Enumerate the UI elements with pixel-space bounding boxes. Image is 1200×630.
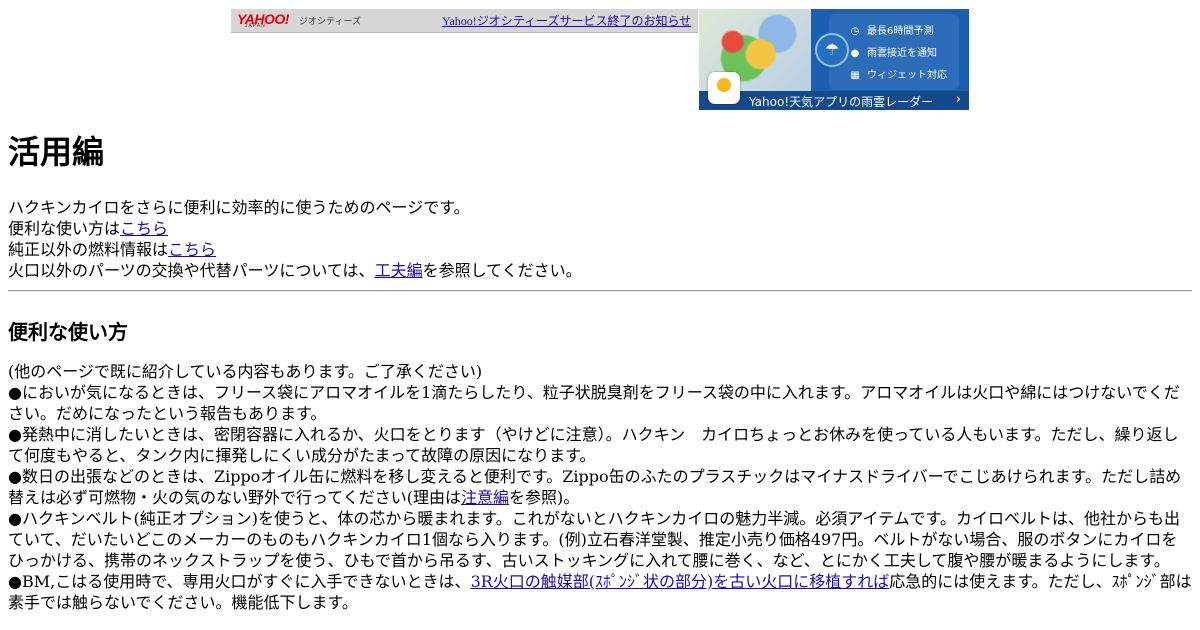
tip-item: ●発熱中に消したいときは、密閉容器に入れるか、火口をとります（やけどに注意）。ハ…	[8, 425, 1179, 465]
caution-page-link[interactable]: 注意編	[461, 488, 509, 507]
tip-item: ●BM,こはる使用時で、専用火口がすぐに入手できないときは、3R火口の触媒部(ｽ…	[8, 571, 1192, 613]
note-text: (他のページで既に紹介している内容もあります。ご了承ください)	[8, 362, 483, 381]
ad-feature-label: ウィジェット対応	[867, 70, 947, 81]
fuel-info-link[interactable]: こちら	[168, 240, 216, 259]
yahoo-japan-logo-sub: JAPAN	[245, 23, 266, 29]
ad-feature-widget: ▦ ウィジェット対応	[849, 66, 947, 81]
tip-text: ●数日の出張などのときは、Zippoオイル缶に燃料を移し変えると便利です。Zip…	[8, 467, 1182, 507]
weather-app-icon	[708, 72, 740, 104]
tip-text: を参照)。	[508, 488, 580, 507]
geocities-banner: YAHOO! JAPAN ジオシティーズ Yahoo!ジオシティーズサービス終了…	[231, 9, 698, 33]
ad-feature-forecast: ◷ 最長6時間予測	[849, 22, 934, 37]
tips-content: (他のページで既に紹介している内容もあります。ご了承ください) ●においが気にな…	[8, 361, 1192, 613]
umbrella-cloud-icon: ☂	[815, 33, 849, 67]
intro-line-parts: 火口以外のパーツの交換や代替パーツについては、工夫編を参照してください。	[8, 260, 1192, 281]
section-divider	[8, 290, 1192, 292]
intro-line-fuel: 純正以外の燃料情報はこちら	[8, 239, 1192, 260]
kufu-page-link[interactable]: 工夫編	[375, 261, 423, 280]
tip-item: ●においが気になるときは、フリース袋にアロマオイルを1滴たらしたり、粒子状脱臭剤…	[8, 383, 1180, 423]
tip-item: ●ハクキンベルト(純正オプション)を使うと、体の芯から暖まれます。これがないとハ…	[8, 509, 1181, 570]
clock-icon: ◷	[850, 26, 860, 37]
ad-feature-label: 雨雲接近を通知	[867, 48, 937, 59]
burner-transplant-link[interactable]: 3R火口の触媒部(ｽﾎﾟﾝｼﾞ状の部分)を古い火口に移植すれば	[471, 572, 890, 591]
intro-line: ハクキンカイロをさらに便利に効率的に使うためのページです。	[8, 198, 470, 217]
intro-block: ハクキンカイロをさらに便利に効率的に使うためのページです。 便利な使い方はこちら…	[8, 197, 1192, 281]
intro-line-usage: 便利な使い方はこちら	[8, 218, 1192, 239]
intro-text: 火口以外のパーツの交換や代替パーツについては、	[8, 261, 375, 280]
geocities-service-name: ジオシティーズ	[299, 16, 362, 26]
ad-feature-notify: ● 雨雲接近を通知	[849, 44, 937, 59]
widget-grid-icon: ▦	[850, 70, 860, 81]
page-title: 活用編	[8, 133, 105, 171]
tip-text: ●BM,こはる使用時で、専用火口がすぐに入手できないときは、	[8, 572, 471, 591]
ad-feature-label: 最長6時間予測	[867, 26, 934, 37]
weather-app-ad[interactable]: ◷ 最長6時間予測 ● 雨雲接近を通知 ▦ ウィジェット対応 ☂ Yahoo!天気アプ…	[699, 9, 969, 110]
intro-text: 純正以外の燃料情報は	[8, 240, 169, 259]
location-pin-icon: ●	[850, 48, 860, 59]
service-end-notice-link[interactable]: Yahoo!ジオシティーズサービス終了のお知らせ	[442, 12, 691, 29]
intro-text: を参照してください。	[422, 261, 582, 280]
usage-link[interactable]: こちら	[120, 219, 168, 238]
intro-text: 便利な使い方は	[8, 219, 121, 238]
tip-item: ●数日の出張などのときは、Zippoオイル缶に燃料を移し変えると便利です。Zip…	[8, 466, 1192, 508]
section-title: 便利な使い方	[8, 320, 128, 344]
chevron-right-icon: ›	[955, 92, 961, 107]
ad-cta-text: Yahoo!天気アプリの雨雲レーダー	[749, 95, 934, 109]
